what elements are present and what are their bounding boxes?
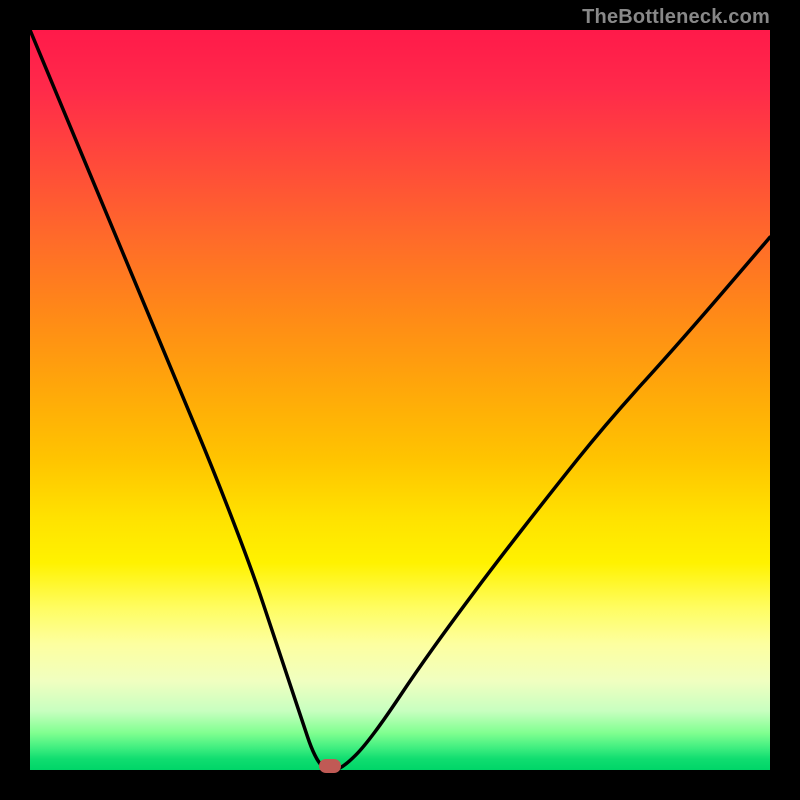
watermark-text: TheBottleneck.com [582, 6, 770, 29]
plot-area [30, 30, 770, 770]
minimum-marker [319, 759, 341, 773]
chart-container: TheBottleneck.com [0, 0, 800, 800]
bottleneck-curve-path [30, 30, 770, 770]
curve-svg [30, 30, 770, 770]
